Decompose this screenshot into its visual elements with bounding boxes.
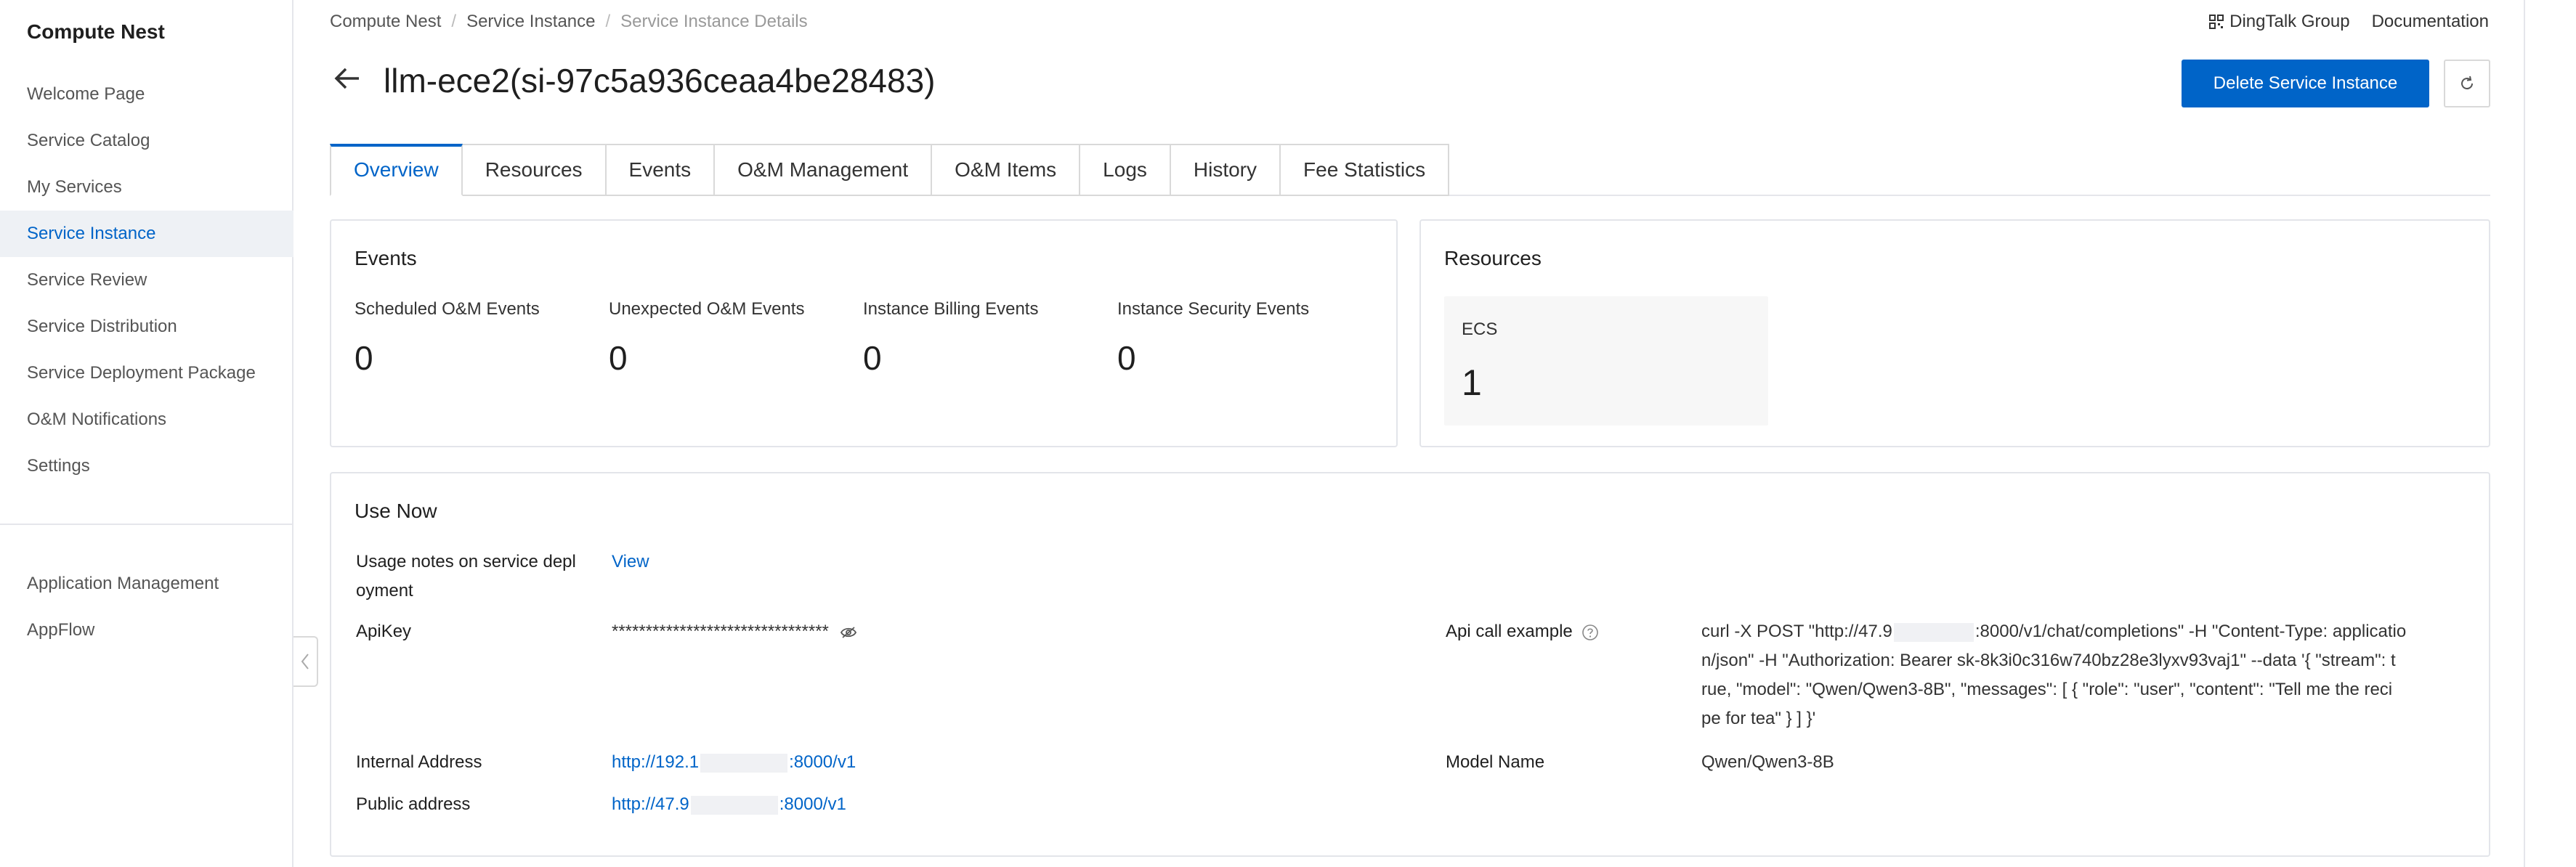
usage-notes-label-line: Usage notes on service depl <box>356 552 576 571</box>
sidebar-item-service-instance[interactable]: Service Instance <box>0 211 293 257</box>
delete-service-instance-button[interactable]: Delete Service Instance <box>2182 60 2429 107</box>
breadcrumb-compute-nest[interactable]: Compute Nest <box>330 12 441 31</box>
tab-fee-statistics[interactable]: Fee Statistics <box>1281 144 1450 196</box>
refresh-button[interactable] <box>2444 60 2490 107</box>
dingtalk-group-label: DingTalk Group <box>2229 12 2350 31</box>
top-links: DingTalk Group Documentation <box>2209 12 2489 32</box>
sidebar-item-application-management[interactable]: Application Management <box>0 561 293 607</box>
page-right-border <box>2524 0 2525 867</box>
public-address-link[interactable]: http://47.9 :8000/v1 <box>612 794 846 815</box>
public-address-suffix: :8000/v1 <box>779 794 846 814</box>
model-name-label: Model Name <box>1446 752 1545 772</box>
stat-label: Scheduled O&M Events <box>355 299 540 319</box>
api-example-line: n/json" -H "Authorization: Bearer sk-8k3… <box>1701 651 2396 670</box>
stat-value: 0 <box>355 339 373 377</box>
public-address-prefix: http://47.9 <box>612 794 689 814</box>
sidebar-item-service-deployment-package[interactable]: Service Deployment Package <box>0 350 293 396</box>
events-card: Events Scheduled O&M Events 0 Unexpected… <box>330 219 1398 447</box>
api-call-example-label: Api call example <box>1446 617 1599 646</box>
usage-notes-value: View <box>612 548 649 577</box>
dingtalk-group-link[interactable]: DingTalk Group <box>2209 12 2350 32</box>
public-address-value: http://47.9 :8000/v1 <box>612 790 846 819</box>
use-now-title: Use Now <box>355 500 437 522</box>
qr-code-icon <box>2209 15 2224 29</box>
api-call-example-label-text: Api call example <box>1446 622 1573 641</box>
sidebar: Compute Nest Welcome Page Service Catalo… <box>0 0 293 867</box>
sidebar-nav: Welcome Page Service Catalog My Services… <box>0 71 293 489</box>
apikey-value: ******************************** <box>612 617 857 646</box>
usage-notes-label-line: oyment <box>356 581 413 601</box>
page-title: llm-ece2(si-97c5a936ceaa4be28483) <box>384 62 936 99</box>
ecs-label: ECS <box>1462 319 1498 339</box>
use-now-card: Use Now Usage notes on service depl oyme… <box>330 472 2490 857</box>
sidebar-item-service-review[interactable]: Service Review <box>0 257 293 304</box>
breadcrumb-separator: / <box>451 12 457 31</box>
breadcrumb: Compute Nest / Service Instance / Service In… <box>330 12 808 32</box>
main-content: Compute Nest / Service Instance / Service In… <box>295 0 2524 867</box>
apikey-masked: ******************************** <box>612 622 829 641</box>
breadcrumb-service-instance[interactable]: Service Instance <box>466 12 595 31</box>
scheduled-om-events-stat: Scheduled O&M Events 0 <box>355 299 540 378</box>
instance-security-events-stat: Instance Security Events 0 <box>1117 299 1309 378</box>
sidebar-divider <box>0 524 293 525</box>
tab-overview[interactable]: Overview <box>330 144 463 196</box>
refresh-icon <box>2461 76 2474 90</box>
ecs-count: 1 <box>1462 362 1482 403</box>
stat-label: Unexpected O&M Events <box>609 299 805 319</box>
public-address-label: Public address <box>356 794 471 814</box>
eye-icon[interactable] <box>840 625 857 640</box>
events-card-title: Events <box>355 247 417 269</box>
sidebar-item-service-distribution[interactable]: Service Distribution <box>0 304 293 350</box>
sidebar-item-settings[interactable]: Settings <box>0 443 293 489</box>
sidebar-item-service-catalog[interactable]: Service Catalog <box>0 118 293 164</box>
resources-card: Resources ECS 1 <box>1419 219 2490 447</box>
masked-ip-segment <box>1893 622 1974 642</box>
tab-resources[interactable]: Resources <box>462 144 607 196</box>
model-name-value: Qwen/Qwen3-8B <box>1701 752 1834 772</box>
stat-label: Instance Security Events <box>1117 299 1310 319</box>
ecs-resource-tile[interactable]: ECS 1 <box>1444 296 1768 426</box>
unexpected-om-events-stat: Unexpected O&M Events 0 <box>609 299 804 378</box>
internal-address-suffix: :8000/v1 <box>789 752 856 772</box>
breadcrumb-current: Service Instance Details <box>620 12 808 31</box>
stat-label: Instance Billing Events <box>863 299 1039 319</box>
apikey-label: ApiKey <box>356 622 412 641</box>
sidebar-item-welcome-page[interactable]: Welcome Page <box>0 71 293 118</box>
masked-ip-segment <box>700 753 788 773</box>
tab-bar: Overview Resources Events O&M Management… <box>330 144 1450 196</box>
usage-notes-label: Usage notes on service depl oyment <box>356 548 576 606</box>
api-example-line1-pre: curl -X POST "http://47.9 <box>1701 622 1892 641</box>
api-call-example-value: curl -X POST "http://47.9 :8000/v1/chat/c… <box>1701 617 2471 733</box>
tab-history[interactable]: History <box>1170 144 1281 196</box>
back-arrow-icon[interactable] <box>330 61 365 96</box>
stat-value: 0 <box>609 339 628 377</box>
instance-billing-events-stat: Instance Billing Events 0 <box>863 299 1038 378</box>
api-example-line: curl -X POST "http://47.9 :8000/v1/chat/c… <box>1701 617 2471 646</box>
api-example-line1-post: :8000/v1/chat/completions" -H "Content-T… <box>1974 622 2407 641</box>
sidebar-item-om-notifications[interactable]: O&M Notifications <box>0 396 293 443</box>
sidebar-item-appflow[interactable]: AppFlow <box>0 607 293 654</box>
tab-logs[interactable]: Logs <box>1080 144 1171 196</box>
api-example-line: pe for tea" } ] }' <box>1701 709 1816 728</box>
masked-ip-segment <box>690 795 778 815</box>
tab-events[interactable]: Events <box>606 144 716 196</box>
internal-address-link[interactable]: http://192.1 :8000/v1 <box>612 752 856 773</box>
internal-address-prefix: http://192.1 <box>612 752 700 772</box>
stat-value: 0 <box>1117 339 1136 377</box>
tab-om-items[interactable]: O&M Items <box>932 144 1081 196</box>
sidebar-title: Compute Nest <box>27 20 165 43</box>
sidebar-item-my-services[interactable]: My Services <box>0 164 293 211</box>
stat-value: 0 <box>863 339 882 377</box>
tab-om-management[interactable]: O&M Management <box>715 144 933 196</box>
help-icon[interactable] <box>1581 624 1599 641</box>
resources-card-title: Resources <box>1444 247 1542 269</box>
internal-address-value: http://192.1 :8000/v1 <box>612 748 856 777</box>
usage-notes-view-link[interactable]: View <box>612 552 649 571</box>
sidebar-secondary-nav: Application Management AppFlow <box>0 561 293 654</box>
internal-address-label: Internal Address <box>356 752 482 772</box>
documentation-link[interactable]: Documentation <box>2372 12 2489 32</box>
api-example-line: rue, "model": "Qwen/Qwen3-8B", "messages… <box>1701 680 2393 699</box>
breadcrumb-separator: / <box>605 12 611 31</box>
